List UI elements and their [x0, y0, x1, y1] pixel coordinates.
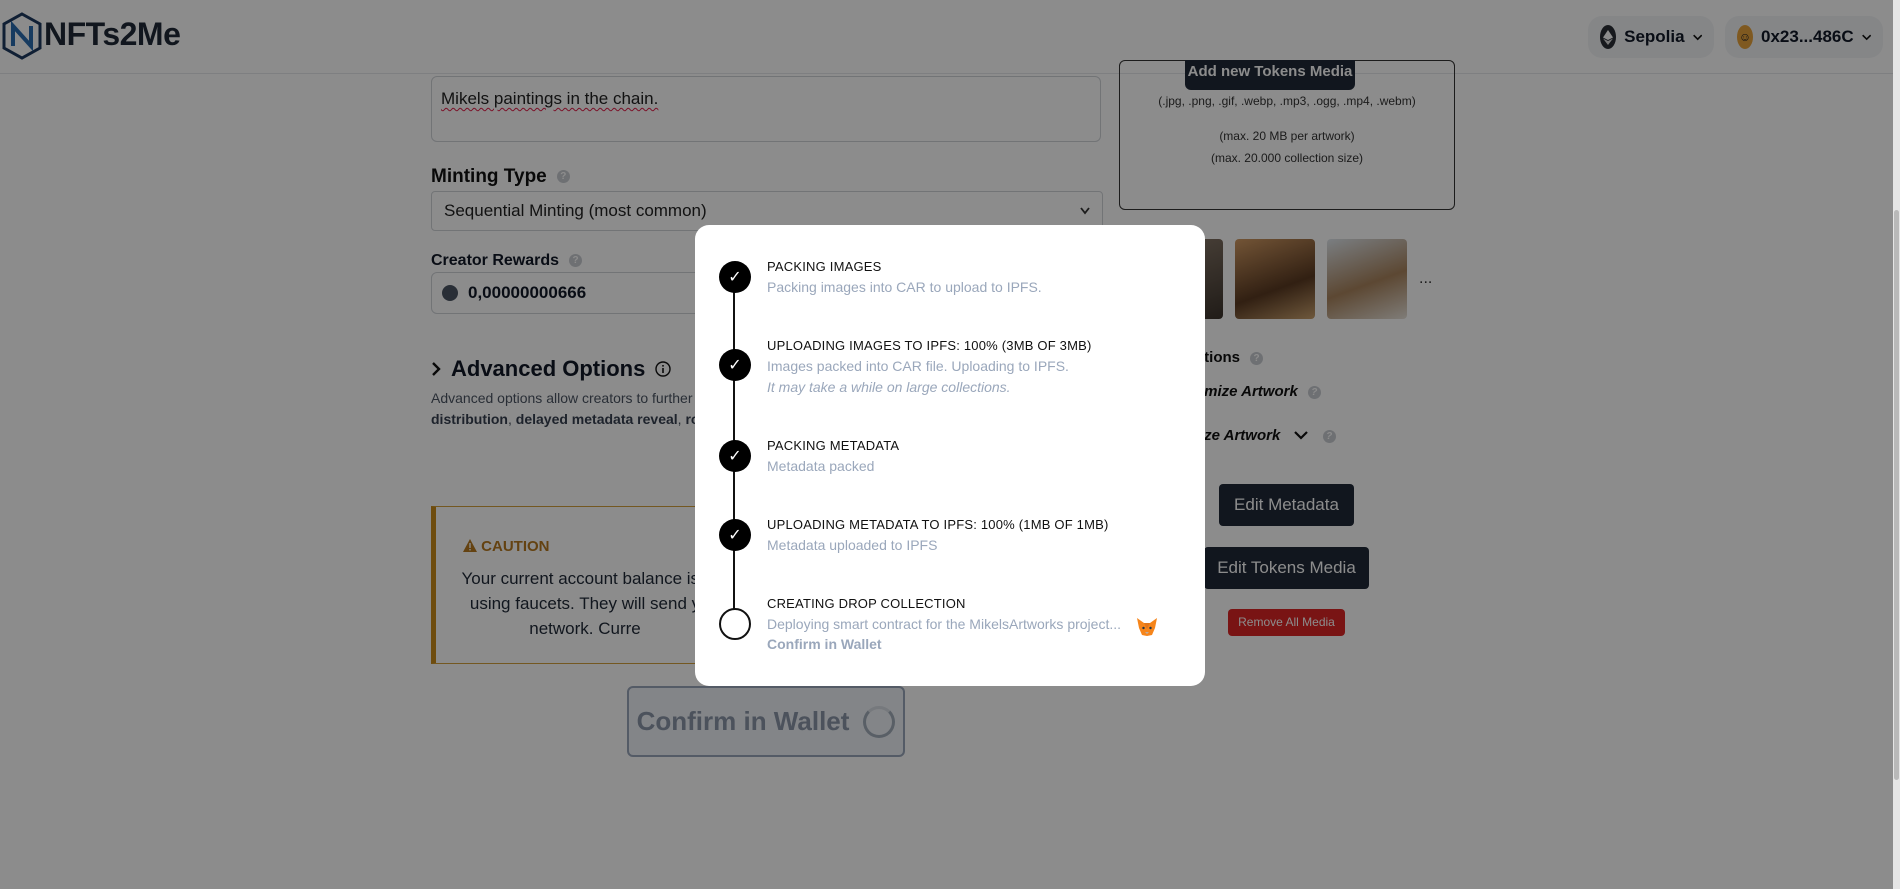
step-description: Images packed into CAR file. Uploading t…: [767, 358, 1069, 374]
step-title: UPLOADING IMAGES TO IPFS: 100% (3MB OF 3…: [767, 338, 1092, 353]
step-complete-check-icon: ✓: [719, 261, 751, 293]
step-pending-circle-icon: [719, 608, 751, 640]
step-title: UPLOADING METADATA TO IPFS: 100% (1MB OF…: [767, 517, 1109, 532]
step-title: PACKING METADATA: [767, 438, 900, 453]
metamask-fox-icon: [1137, 618, 1157, 636]
step-complete-check-icon: ✓: [719, 519, 751, 551]
scrollbar-thumb[interactable]: [1894, 210, 1899, 780]
step-description: Metadata uploaded to IPFS: [767, 537, 938, 553]
step-title: PACKING IMAGES: [767, 259, 882, 274]
step-title: CREATING DROP COLLECTION: [767, 596, 966, 611]
step-description: Metadata packed: [767, 458, 875, 474]
step-complete-check-icon: ✓: [719, 349, 751, 381]
confirm-in-wallet-prompt: Confirm in Wallet: [767, 636, 882, 652]
step-note: It may take a while on large collections…: [767, 379, 1011, 395]
step-description: Deploying smart contract for the MikelsA…: [767, 616, 1122, 632]
step-complete-check-icon: ✓: [719, 440, 751, 472]
step-description: Packing images into CAR to upload to IPF…: [767, 279, 1042, 295]
